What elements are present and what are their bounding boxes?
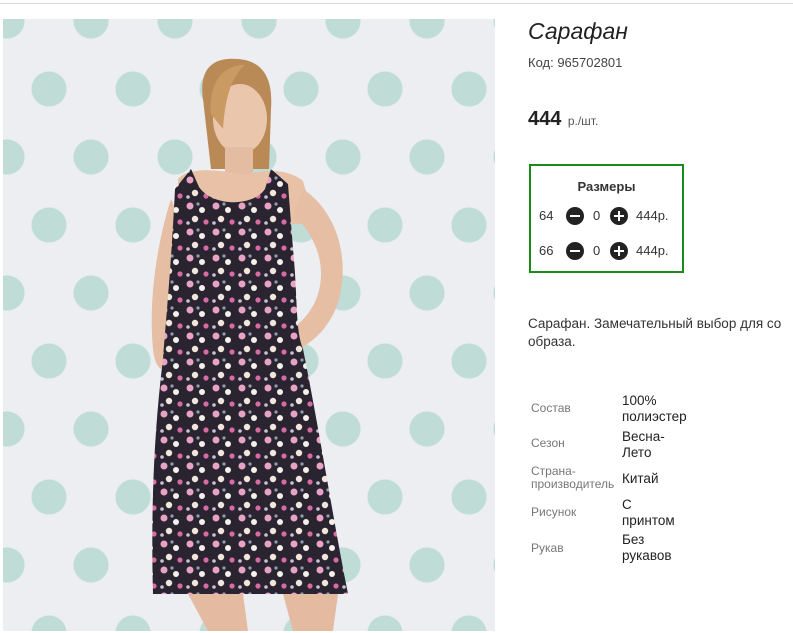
product-title: Сарафан — [528, 18, 628, 44]
spec-value-country: Китай — [622, 471, 659, 486]
spec-value-season: Весна- Лето — [622, 429, 665, 460]
product-description: Сарафан. Замечательный выбор для со обра… — [528, 316, 782, 349]
quantity-value[interactable]: 0 — [593, 243, 600, 258]
spec-value-pattern: С принтом — [622, 497, 675, 528]
price-block: 444 р./шт. — [528, 108, 598, 131]
spec-value-composition: 100% полиэстер — [622, 393, 687, 424]
sizes-title: Размеры — [577, 179, 636, 194]
size-label: 64 — [539, 208, 554, 223]
plus-icon[interactable] — [610, 207, 628, 225]
minus-icon[interactable] — [566, 242, 584, 260]
price-unit: р./шт. — [567, 114, 599, 128]
spec-label-season: Сезон — [531, 436, 565, 450]
spec-label-pattern: Рисунок — [531, 505, 577, 519]
price-value: 444 — [528, 108, 562, 130]
size-label: 66 — [539, 243, 554, 258]
size-price: 444р. — [636, 243, 669, 258]
sizes-panel: Размеры 64 0 444р. 66 0 444р. — [529, 164, 684, 273]
minus-icon[interactable] — [566, 207, 584, 225]
plus-icon[interactable] — [610, 242, 628, 260]
quantity-value[interactable]: 0 — [593, 208, 600, 223]
model-in-dress-illustration — [151, 58, 348, 631]
product-photo[interactable] — [3, 19, 495, 631]
size-price: 444р. — [636, 208, 669, 223]
spec-label-sleeve: Рукав — [531, 541, 564, 555]
spec-value-sleeve: Без рукавов — [622, 532, 672, 563]
product-code: Код: 965702801 — [528, 55, 623, 70]
spec-label-composition: Состав — [531, 401, 571, 415]
spec-label-country: Страна- производитель — [531, 464, 615, 491]
top-divider — [0, 3, 793, 4]
